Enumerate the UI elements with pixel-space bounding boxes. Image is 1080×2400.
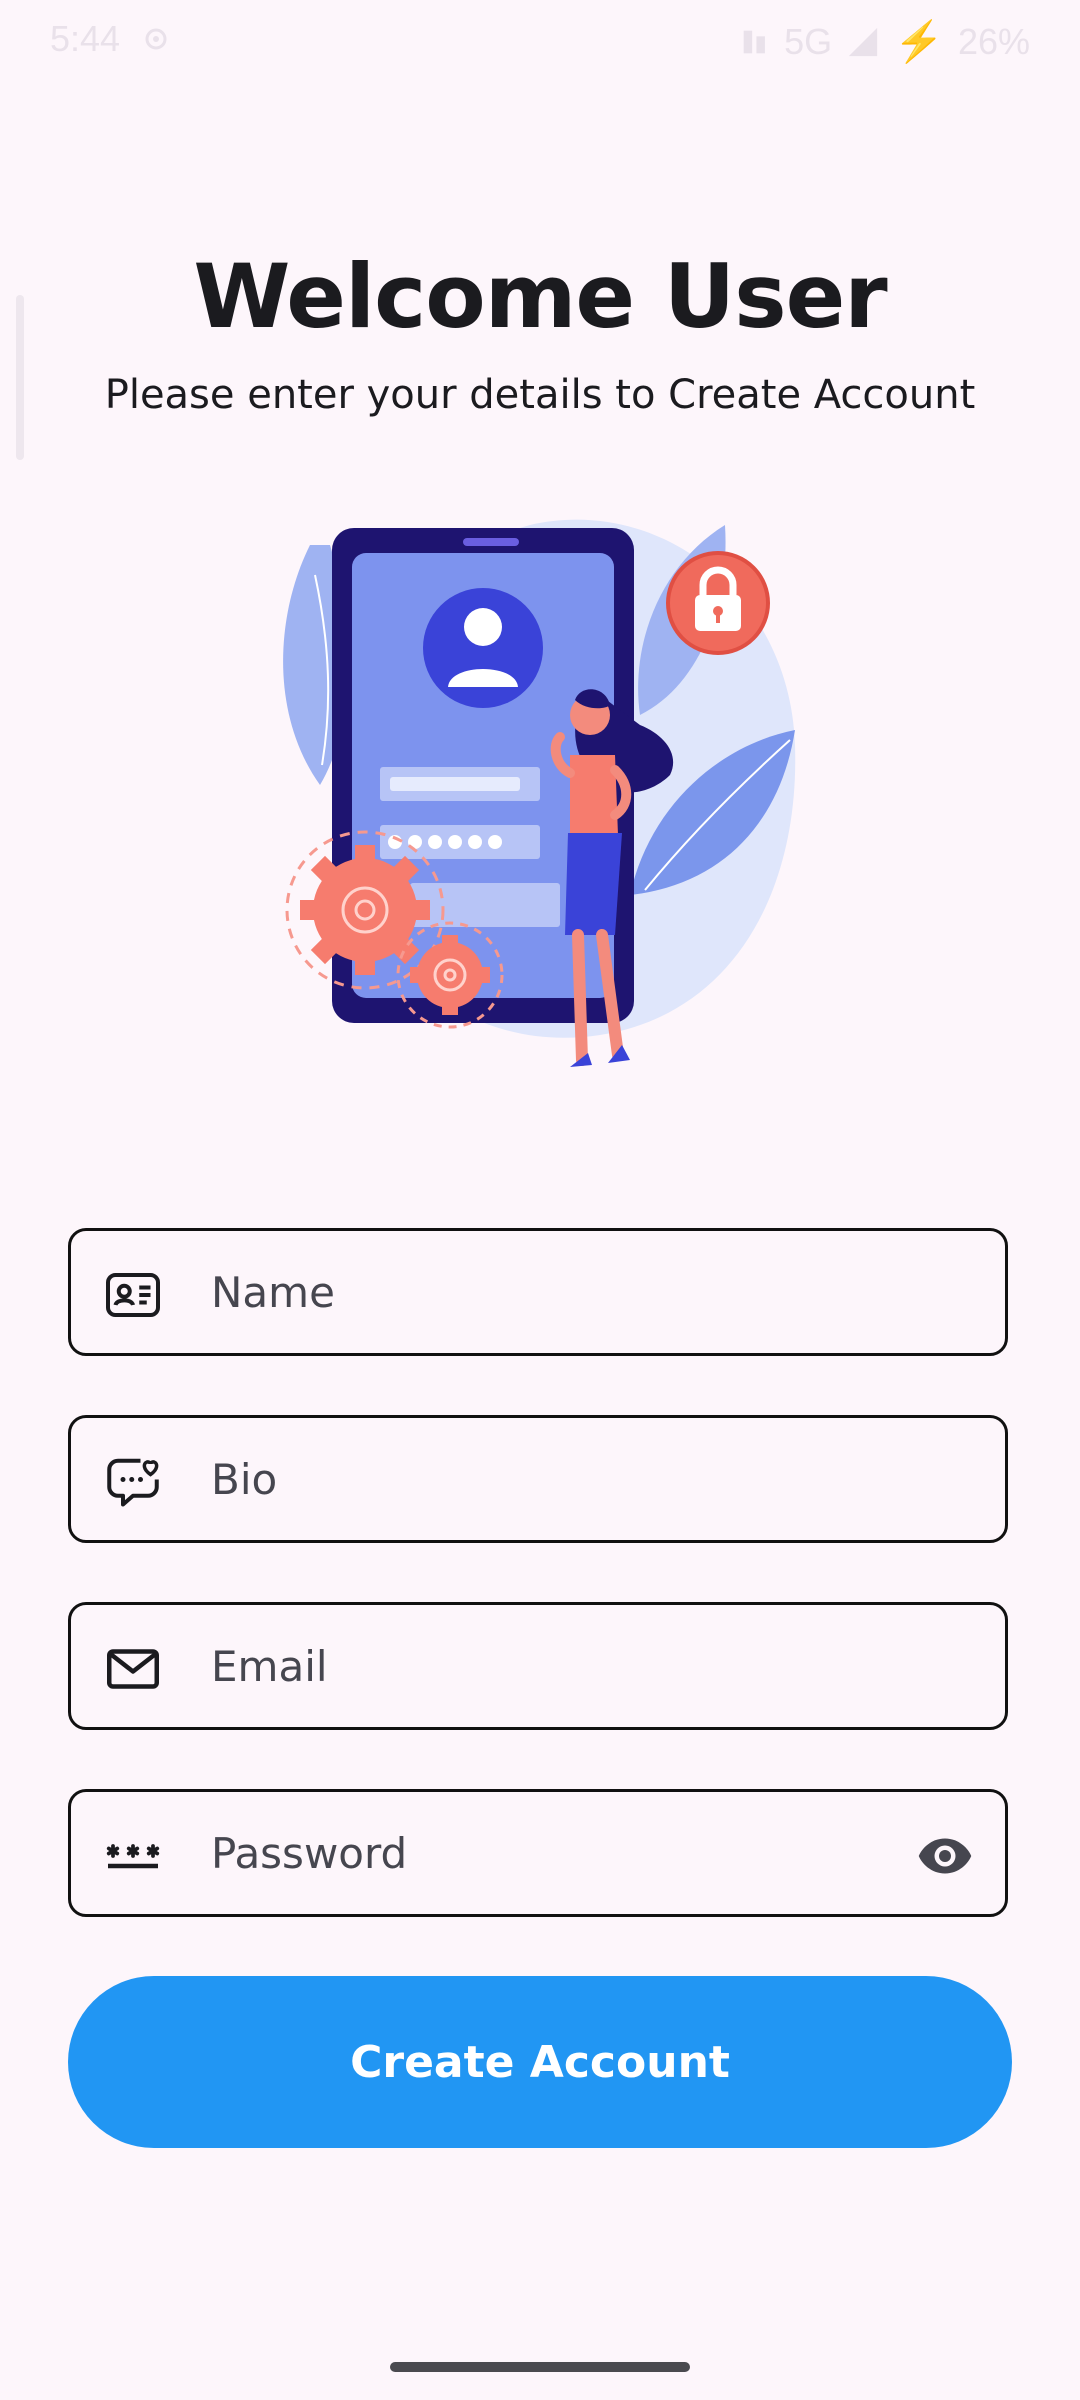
status-bar: 5:44 5G ⚡ 26% <box>0 0 1080 80</box>
notification-icon <box>145 28 167 50</box>
status-battery: 26% <box>957 20 1030 62</box>
bio-field[interactable] <box>68 1415 1008 1543</box>
status-network: 5G <box>784 20 833 62</box>
charging-icon: ⚡ <box>894 20 944 64</box>
password-icon <box>106 1844 160 1869</box>
email-input[interactable] <box>211 1605 951 1727</box>
status-time: 5:44 <box>50 18 121 59</box>
avatar-icon <box>423 588 543 708</box>
signal-icon <box>848 27 878 56</box>
data-icon <box>743 30 766 53</box>
status-right: 5G ⚡ 26% <box>740 18 1030 65</box>
email-field[interactable] <box>68 1602 1008 1730</box>
chat-heart-icon <box>107 1458 159 1507</box>
page-subtitle: Please enter your details to Create Acco… <box>104 372 976 418</box>
mail-icon <box>107 1649 159 1689</box>
gear-large-icon <box>300 845 430 975</box>
name-input[interactable] <box>211 1231 951 1353</box>
name-field[interactable] <box>68 1228 1008 1356</box>
eye-icon[interactable] <box>913 1826 977 1886</box>
create-account-button[interactable]: Create Account <box>68 1976 1012 2148</box>
bio-input[interactable] <box>211 1418 951 1540</box>
password-field[interactable] <box>68 1789 1008 1917</box>
password-input[interactable] <box>211 1792 811 1914</box>
home-indicator[interactable] <box>390 2362 690 2372</box>
signup-illustration <box>283 519 796 1067</box>
status-left: 5:44 <box>50 18 174 60</box>
page-title: Welcome User <box>193 245 887 348</box>
contact-card-icon <box>106 1273 160 1317</box>
